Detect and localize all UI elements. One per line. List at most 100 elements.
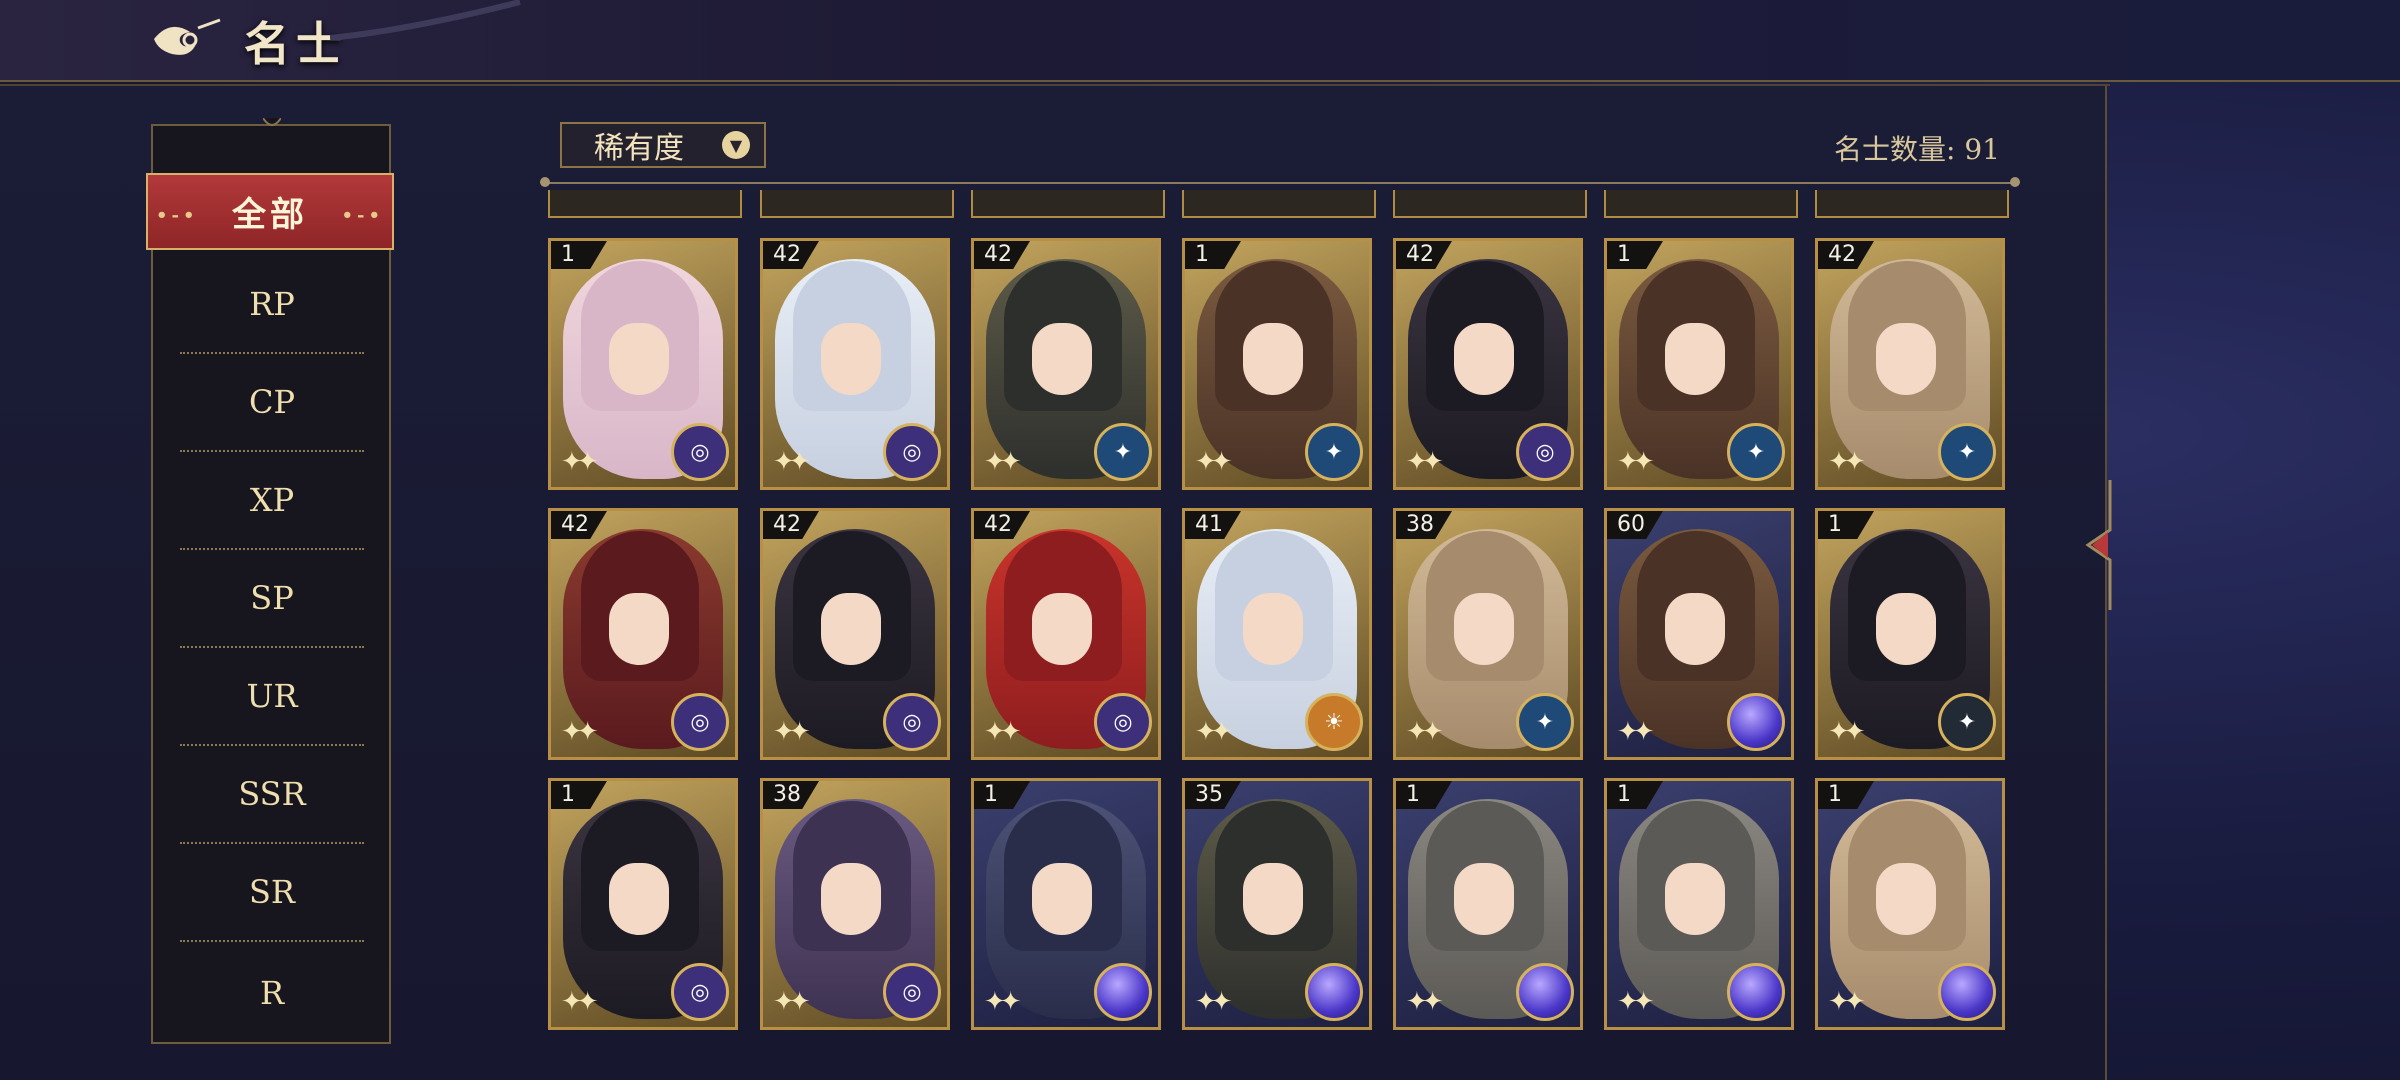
hero-card[interactable]: ✦✦ 42 ◎ — [971, 508, 1161, 760]
filter-item-ur[interactable]: UR — [180, 648, 364, 746]
hero-card[interactable]: ✦✦ 1 ✦ — [1815, 508, 2005, 760]
hero-card[interactable]: ✦✦ 42 ◎ — [760, 238, 950, 490]
hero-face — [609, 593, 669, 665]
element-badge-icon: ✦ — [1938, 423, 1996, 481]
hero-count-label: 名士数量: — [1834, 133, 1956, 166]
title-bar: 名士 — [0, 0, 2400, 82]
hero-face — [1243, 593, 1303, 665]
sparkle-stars-icon: ✦✦ — [984, 717, 1021, 747]
sparkle-stars-icon: ✦✦ — [1406, 717, 1443, 747]
hero-card[interactable]: ✦✦ 35 — [1182, 778, 1372, 1030]
hero-card[interactable]: ✦✦ 1 ✦ — [1604, 238, 1794, 490]
hero-face — [609, 863, 669, 935]
hero-count-value: 91 — [1964, 133, 2000, 166]
left-ornament-icon: •‑• — [156, 205, 199, 226]
hero-face — [1032, 593, 1092, 665]
element-badge-icon: ◎ — [883, 693, 941, 751]
scrolled-card-partial[interactable] — [1393, 190, 1587, 218]
filter-label-all: 全部 — [232, 195, 308, 235]
hero-card[interactable]: ✦✦ 42 ◎ — [1393, 238, 1583, 490]
hero-card[interactable]: ✦✦ 1 ◎ — [548, 238, 738, 490]
hero-face — [1876, 863, 1936, 935]
divider-cap-right — [2010, 177, 2020, 187]
element-badge-icon — [1938, 963, 1996, 1021]
hero-count: 名士数量: 91 — [1834, 128, 2000, 168]
scrolled-card-partial[interactable] — [1815, 190, 2009, 218]
hero-card[interactable]: ✦✦ 42 ◎ — [760, 508, 950, 760]
hero-face — [1243, 863, 1303, 935]
element-badge-icon — [1727, 963, 1785, 1021]
hero-card[interactable]: ✦✦ 1 — [971, 778, 1161, 1030]
sparkle-stars-icon: ✦✦ — [1828, 717, 1865, 747]
hero-face — [609, 323, 669, 395]
sidebar-notch-ornament — [263, 118, 281, 126]
filter-item-ssr[interactable]: SSR — [180, 746, 364, 844]
hero-card[interactable]: ✦✦ 38 ✦ — [1393, 508, 1583, 760]
back-emblem-icon[interactable] — [150, 14, 224, 64]
hero-card[interactable]: ✦✦ 42 ✦ — [1815, 238, 2005, 490]
hero-card[interactable]: ✦✦ 42 ✦ — [971, 238, 1161, 490]
element-badge-icon: ✦ — [1516, 693, 1574, 751]
element-badge-icon — [1727, 693, 1785, 751]
collapse-panel-arrow-icon[interactable] — [2080, 480, 2120, 610]
sparkle-stars-icon: ✦✦ — [1617, 447, 1654, 477]
hero-card[interactable]: ✦✦ 1 ✦ — [1182, 238, 1372, 490]
filter-item-cp[interactable]: CP — [180, 354, 364, 452]
scrolled-card-partial[interactable] — [548, 190, 742, 218]
hero-card[interactable]: ✦✦ 60 — [1604, 508, 1794, 760]
header-swoosh-decoration — [330, 0, 521, 40]
sparkle-stars-icon: ✦✦ — [984, 987, 1021, 1017]
scrolled-card-partial[interactable] — [760, 190, 954, 218]
filter-label: SP — [250, 579, 294, 617]
hero-face — [1665, 593, 1725, 665]
filter-item-sp[interactable]: SP — [180, 550, 364, 648]
filter-label: R — [259, 974, 285, 1012]
filter-label: XP — [249, 481, 295, 519]
element-badge-icon: ◎ — [883, 423, 941, 481]
sparkle-stars-icon: ✦✦ — [773, 987, 810, 1017]
hero-card[interactable]: ✦✦ 42 ◎ — [548, 508, 738, 760]
filter-label: SSR — [238, 775, 306, 813]
hero-card[interactable]: ✦✦ 41 ☀ — [1182, 508, 1372, 760]
filter-label: RP — [249, 285, 295, 323]
rarity-dropdown[interactable]: 稀有度 ▼ — [560, 122, 766, 168]
sparkle-stars-icon: ✦✦ — [1828, 987, 1865, 1017]
sparkle-stars-icon: ✦✦ — [1195, 987, 1232, 1017]
hero-face — [821, 323, 881, 395]
grid-top-divider — [545, 182, 2015, 184]
hero-card[interactable]: ✦✦ 1 — [1393, 778, 1583, 1030]
element-badge-icon: ✦ — [1094, 423, 1152, 481]
filter-item-all[interactable]: •‑• 全部 •‑• — [146, 173, 394, 250]
element-badge-icon — [1516, 963, 1574, 1021]
filter-item-sr[interactable]: SR — [180, 844, 364, 942]
hero-face — [1665, 323, 1725, 395]
element-badge-icon: ◎ — [671, 423, 729, 481]
hero-face — [1665, 863, 1725, 935]
sparkle-stars-icon: ✦✦ — [561, 717, 598, 747]
element-badge-icon: ✦ — [1305, 423, 1363, 481]
hero-face — [1454, 323, 1514, 395]
sparkle-stars-icon: ✦✦ — [773, 717, 810, 747]
hero-face — [1454, 593, 1514, 665]
sparkle-stars-icon: ✦✦ — [561, 987, 598, 1017]
filter-label: UR — [246, 677, 298, 715]
element-badge-icon: ◎ — [1516, 423, 1574, 481]
scrolled-card-partial[interactable] — [1182, 190, 1376, 218]
filter-item-xp[interactable]: XP — [180, 452, 364, 550]
scrolled-card-partial[interactable] — [1604, 190, 1798, 218]
filter-label: CP — [248, 383, 295, 421]
element-badge-icon: ◎ — [671, 963, 729, 1021]
scrolled-card-partial[interactable] — [971, 190, 1165, 218]
element-badge-icon: ✦ — [1727, 423, 1785, 481]
hero-card[interactable]: ✦✦ 1 ◎ — [548, 778, 738, 1030]
hero-face — [821, 593, 881, 665]
filter-item-rp[interactable]: RP — [180, 256, 364, 354]
element-badge-icon: ◎ — [1094, 693, 1152, 751]
filter-item-r[interactable]: R — [180, 942, 364, 1012]
hero-card[interactable]: ✦✦ 1 — [1604, 778, 1794, 1030]
sparkle-stars-icon: ✦✦ — [984, 447, 1021, 477]
sparkle-stars-icon: ✦✦ — [1406, 447, 1443, 477]
hero-card[interactable]: ✦✦ 38 ◎ — [760, 778, 950, 1030]
hero-card[interactable]: ✦✦ 1 — [1815, 778, 2005, 1030]
element-badge-icon: ✦ — [1938, 693, 1996, 751]
